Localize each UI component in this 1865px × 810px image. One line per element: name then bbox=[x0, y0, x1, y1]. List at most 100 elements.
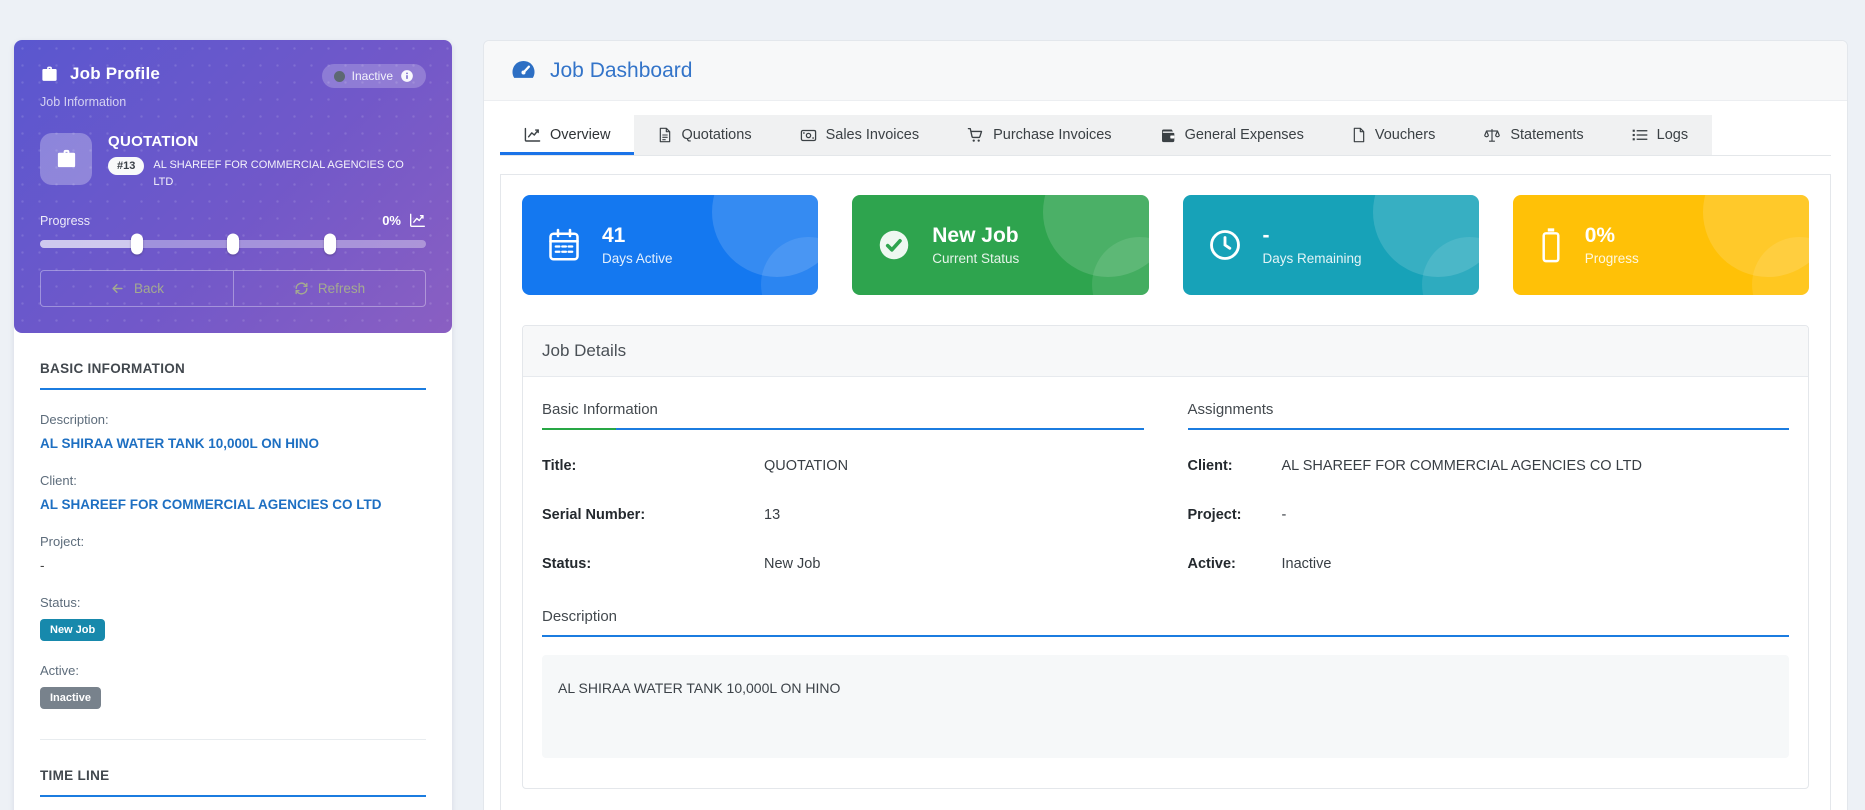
stat-value: New Job bbox=[932, 224, 1019, 247]
slider-handle-1[interactable] bbox=[131, 234, 143, 255]
refresh-icon bbox=[294, 281, 309, 296]
description-link[interactable]: AL SHIRAA WATER TANK 10,000L ON HINO bbox=[40, 436, 426, 451]
refresh-button[interactable]: Refresh bbox=[233, 271, 425, 306]
back-button[interactable]: Back bbox=[41, 271, 233, 306]
slider-handle-3[interactable] bbox=[324, 234, 336, 255]
detail-row-client: Client: AL SHAREEF FOR COMMERCIAL AGENCI… bbox=[1188, 458, 1790, 474]
progress-percent: 0% bbox=[382, 213, 401, 228]
job-details-heading: Job Details bbox=[523, 326, 1808, 377]
detail-label: Status: bbox=[542, 556, 764, 572]
tab-general-expenses[interactable]: General Expenses bbox=[1136, 115, 1328, 155]
section-rule bbox=[40, 795, 426, 797]
arrow-left-icon bbox=[110, 281, 125, 296]
stat-label: Days Remaining bbox=[1263, 251, 1362, 266]
tab-vouchers-label: Vouchers bbox=[1375, 127, 1435, 143]
description-text: AL SHIRAA WATER TANK 10,000L ON HINO bbox=[542, 655, 1789, 758]
stat-card-days-remaining: - Days Remaining bbox=[1183, 195, 1479, 295]
basic-information-title: Basic Information bbox=[542, 401, 1144, 428]
tab-vouchers[interactable]: Vouchers bbox=[1328, 115, 1459, 155]
slider-handle-2[interactable] bbox=[227, 234, 239, 255]
section-underline bbox=[542, 635, 1789, 637]
detail-value: AL SHAREEF FOR COMMERCIAL AGENCIES CO LT… bbox=[1282, 458, 1790, 474]
tab-purchase-invoices[interactable]: Purchase Invoices bbox=[943, 115, 1135, 155]
progress-slider[interactable] bbox=[40, 240, 426, 248]
voucher-icon bbox=[1352, 127, 1366, 143]
tab-quotations[interactable]: Quotations bbox=[634, 115, 775, 155]
job-client-name: AL SHAREEF FOR COMMERCIAL AGENCIES CO LT… bbox=[153, 157, 411, 191]
detail-row-project: Project: - bbox=[1188, 507, 1790, 523]
list-icon bbox=[1632, 128, 1648, 142]
profile-card-subtitle: Job Information bbox=[40, 95, 426, 109]
wallet-icon bbox=[1160, 128, 1176, 143]
active-status-pill[interactable]: Inactive bbox=[322, 64, 426, 88]
timeline-section: TIME LINE CreatedAt: 3/16/2026 bbox=[14, 740, 452, 810]
project-label: Project: bbox=[40, 534, 426, 549]
dashboard-header: Job Dashboard bbox=[484, 41, 1847, 101]
tab-quotations-label: Quotations bbox=[681, 127, 751, 143]
progress-label: Progress bbox=[40, 214, 90, 228]
basic-information-column: Basic Information Title: QUOTATION Seria… bbox=[542, 401, 1144, 572]
status-dot-icon bbox=[334, 71, 345, 82]
assignments-column: Assignments Client: AL SHAREEF FOR COMME… bbox=[1188, 401, 1790, 572]
tab-sales-invoices[interactable]: Sales Invoices bbox=[776, 115, 944, 155]
tab-general-expenses-label: General Expenses bbox=[1185, 127, 1304, 143]
chart-line-icon bbox=[409, 213, 426, 228]
detail-label: Active: bbox=[1188, 556, 1282, 572]
tab-sales-invoices-label: Sales Invoices bbox=[826, 127, 920, 143]
job-details-panel: Job Details Basic Information Title: QUO… bbox=[522, 325, 1809, 789]
job-avatar bbox=[40, 133, 92, 185]
tab-statements[interactable]: Statements bbox=[1459, 115, 1607, 155]
active-label: Active: bbox=[40, 663, 426, 678]
stat-value: 0% bbox=[1585, 224, 1639, 247]
battery-icon bbox=[1537, 226, 1565, 264]
detail-value: Inactive bbox=[1282, 556, 1790, 572]
page-title: Job Dashboard bbox=[550, 59, 692, 83]
balance-scale-icon bbox=[1483, 127, 1501, 143]
description-section: Description AL SHIRAA WATER TANK 10,000L… bbox=[542, 608, 1789, 758]
dashboard-tabs: Overview Quotations Sales Invoices bbox=[500, 115, 1831, 156]
section-rule bbox=[40, 388, 426, 390]
detail-label: Title: bbox=[542, 458, 764, 474]
tab-logs-label: Logs bbox=[1657, 127, 1688, 143]
detail-label: Serial Number: bbox=[542, 507, 764, 523]
stat-value: - bbox=[1263, 224, 1362, 247]
stat-card-current-status: New Job Current Status bbox=[852, 195, 1148, 295]
description-label: Description: bbox=[40, 412, 426, 427]
basic-information-heading: BASIC INFORMATION bbox=[40, 361, 426, 376]
stat-value: 41 bbox=[602, 224, 673, 247]
tab-statements-label: Statements bbox=[1510, 127, 1583, 143]
job-profile-card: Job Profile Inactive Job Information bbox=[14, 40, 452, 333]
project-value: - bbox=[40, 558, 426, 573]
tachometer-icon bbox=[510, 57, 537, 84]
serial-number-badge: #13 bbox=[108, 157, 144, 175]
info-circle-icon bbox=[400, 69, 414, 83]
tab-purchase-invoices-label: Purchase Invoices bbox=[993, 127, 1111, 143]
detail-value: 13 bbox=[764, 507, 1144, 523]
refresh-button-label: Refresh bbox=[318, 281, 365, 296]
description-title: Description bbox=[542, 608, 1789, 635]
overview-tab-content: 41 Days Active New Job Current Status bbox=[500, 174, 1831, 810]
tab-overview[interactable]: Overview bbox=[500, 115, 634, 155]
detail-value: - bbox=[1282, 507, 1790, 523]
stat-label: Days Active bbox=[602, 251, 673, 266]
detail-label: Project: bbox=[1188, 507, 1282, 523]
clock-icon bbox=[1207, 227, 1243, 263]
stat-label: Current Status bbox=[932, 251, 1019, 266]
status-badge: New Job bbox=[40, 619, 105, 641]
progress-slider-fill bbox=[40, 240, 137, 248]
job-profile-sidebar: Job Profile Inactive Job Information bbox=[14, 40, 452, 810]
detail-row-serial-number: Serial Number: 13 bbox=[542, 507, 1144, 523]
client-link[interactable]: AL SHAREEF FOR COMMERCIAL AGENCIES CO LT… bbox=[40, 497, 426, 512]
detail-row-title: Title: QUOTATION bbox=[542, 458, 1144, 474]
briefcase-icon bbox=[55, 148, 78, 171]
check-circle-icon bbox=[876, 227, 912, 263]
detail-row-active: Active: Inactive bbox=[1188, 556, 1790, 572]
client-label: Client: bbox=[40, 473, 426, 488]
tab-overview-label: Overview bbox=[550, 127, 610, 143]
calendar-icon bbox=[546, 227, 582, 263]
active-badge: Inactive bbox=[40, 687, 101, 709]
tab-logs[interactable]: Logs bbox=[1608, 115, 1712, 155]
stat-card-days-active: 41 Days Active bbox=[522, 195, 818, 295]
detail-label: Client: bbox=[1188, 458, 1282, 474]
briefcase-icon bbox=[40, 65, 59, 84]
